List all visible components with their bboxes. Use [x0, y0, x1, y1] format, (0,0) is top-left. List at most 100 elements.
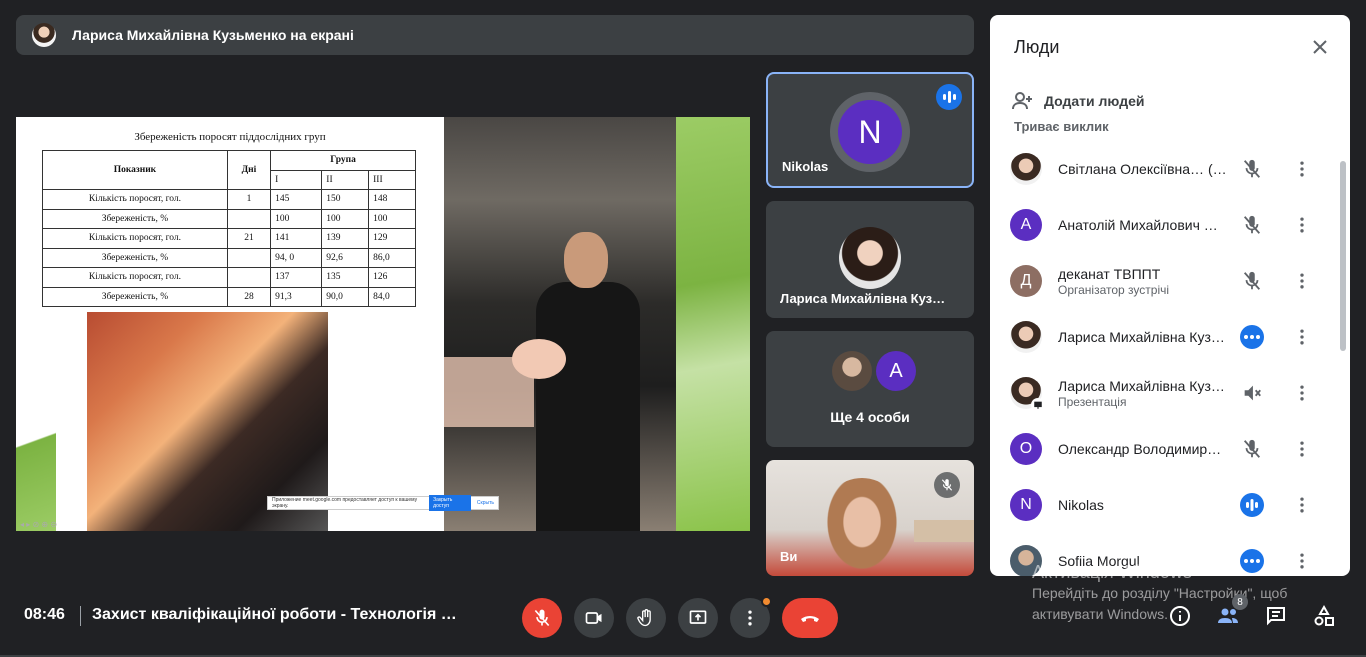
present-screen-button[interactable] — [678, 598, 718, 638]
camera-toggle-button[interactable] — [574, 598, 614, 638]
table-row: Збереженість, % 100 100 100 — [42, 208, 416, 229]
participant-info: Лариса Михайлівна Кузь… — [1058, 329, 1230, 345]
leave-call-button[interactable] — [782, 598, 838, 638]
activities-button[interactable] — [1310, 602, 1338, 630]
table-cell: Збереженість, % — [42, 247, 228, 268]
table-cell: 126 — [368, 267, 416, 288]
results-table: Показник Дні Група І ІІ ІІІ Кількість по… — [42, 150, 416, 307]
mic-off-icon — [1240, 437, 1264, 461]
avatar: N — [830, 92, 910, 172]
table-group-2: ІІ — [321, 169, 370, 190]
farmer-with-piglet-photo — [444, 117, 677, 531]
photo-person — [536, 282, 640, 531]
hide-notice-button[interactable]: Скрыть — [477, 500, 494, 506]
more-vert-icon[interactable] — [1290, 157, 1314, 181]
list-item[interactable]: Лариса Михайлівна Кузь… — [990, 309, 1342, 365]
avatar: А — [1010, 209, 1042, 241]
list-item[interactable]: N Nikolas — [990, 477, 1342, 533]
people-button[interactable]: 8 — [1214, 594, 1248, 630]
slide-decoration-left — [16, 381, 56, 531]
chat-button[interactable] — [1262, 602, 1290, 630]
more-vert-icon[interactable] — [1290, 325, 1314, 349]
table-cell: 94, 0 — [270, 247, 323, 268]
more-vert-icon[interactable] — [1290, 213, 1314, 237]
people-list: Світлана Олексіївна… (Ви) А Анатолій Михай… — [990, 141, 1342, 576]
table-cell: Кількість поросят, гол. — [42, 228, 228, 249]
mic-off-icon — [1240, 269, 1264, 293]
add-people-button[interactable]: Додати людей — [1010, 89, 1144, 113]
stop-sharing-button[interactable]: Закрыть доступ — [429, 495, 471, 511]
avatar — [832, 351, 872, 391]
slide-decoration-right — [676, 117, 750, 531]
avatar: О — [1010, 433, 1042, 465]
table-cell — [226, 208, 272, 229]
mic-toggle-button[interactable] — [522, 598, 562, 638]
participant-info: Світлана Олексіївна… (Ви) — [1058, 161, 1230, 177]
more-vert-icon[interactable] — [1290, 437, 1314, 461]
meeting-details-button[interactable] — [1166, 602, 1194, 630]
tile-name: Ви — [780, 549, 798, 564]
table-cell: Кількість поросят, гол. — [42, 189, 228, 210]
slide-title: Збереженість поросят піддослідних груп — [134, 131, 326, 143]
meeting-title: Захист кваліфікаційної роботи - Технолог… — [92, 606, 457, 623]
table-cell: Кількість поросят, гол. — [42, 267, 228, 288]
participant-tile-nikolas[interactable]: N Nikolas — [766, 72, 974, 188]
volume-off-icon — [1240, 381, 1264, 405]
list-item[interactable]: Ддеканат ТВППТ Організатор зустрічі — [990, 253, 1342, 309]
table-cell: 92,6 — [321, 247, 370, 268]
participant-name: Лариса Михайлівна Кузь… — [1058, 377, 1230, 394]
table-cell: 135 — [321, 267, 370, 288]
table-cell: 137 — [270, 267, 323, 288]
more-vert-icon[interactable] — [1290, 269, 1314, 293]
slide-controls[interactable]: ◂ ▸ ⊘ ⊕ ⊖ — [20, 520, 100, 530]
table-cell: 100 — [321, 208, 370, 229]
more-vert-icon[interactable] — [1290, 381, 1314, 405]
panel-title: Люди — [1014, 37, 1060, 57]
table-row: Збереженість, % 28 91,3 90,0 84,0 — [42, 286, 416, 307]
participant-info: Лариса Михайлівна Кузь… Презентація — [1058, 378, 1230, 409]
presenting-icon — [1031, 398, 1045, 412]
more-vert-icon[interactable] — [1290, 493, 1314, 517]
avatar-initial: A — [876, 351, 916, 391]
avatar — [1010, 153, 1042, 185]
people-count-badge: 8 — [1232, 594, 1248, 610]
notification-dot — [761, 596, 772, 607]
avatar — [1010, 321, 1042, 353]
camera-icon — [585, 612, 602, 624]
more-vert-icon[interactable] — [1290, 549, 1314, 573]
table-cell: 91,3 — [270, 286, 323, 307]
screen-share-notice: Приложение meet.google.com предоставляет… — [267, 495, 499, 511]
list-item[interactable]: Світлана Олексіївна… (Ви) — [990, 141, 1342, 197]
table-cell: 141 — [270, 228, 323, 249]
more-options-button[interactable] — [730, 596, 772, 638]
participant-tile-self[interactable]: Ви — [766, 460, 974, 576]
photo-person-head — [564, 232, 608, 288]
list-item[interactable]: О Олександр Володимир… — [990, 421, 1342, 477]
participant-info: Nikolas — [1058, 497, 1230, 513]
speaking-indicator-icon — [936, 84, 962, 110]
participant-tile-larysa[interactable]: Лариса Михайлівна Куз… — [766, 201, 974, 318]
table-cell: 150 — [321, 189, 370, 210]
raise-hand-button[interactable] — [626, 598, 666, 638]
table-cell — [226, 267, 272, 288]
participant-role: Організатор зустрічі — [1058, 282, 1170, 297]
list-item[interactable]: Лариса Михайлівна Кузь… Презентація — [990, 365, 1342, 421]
participant-info: Анатолій Михайлович Ш… — [1058, 217, 1230, 233]
scrollbar[interactable] — [1340, 161, 1346, 351]
participant-tile-more[interactable]: A Ще 4 особи — [766, 331, 974, 447]
presenter-avatar — [32, 23, 56, 47]
hand-icon — [637, 609, 651, 627]
mic-off-icon — [1240, 157, 1264, 181]
participant-name: деканат ТВППТ — [1058, 265, 1161, 282]
participant-name: Анатолій Михайлович Ш… — [1058, 217, 1230, 233]
mic-off-icon — [1240, 213, 1264, 237]
participant-name: Олександр Володимир… — [1058, 441, 1222, 457]
mic-off-icon — [934, 472, 960, 498]
list-item[interactable]: А Анатолій Михайлович Ш… — [990, 197, 1342, 253]
table-cell: 100 — [368, 208, 416, 229]
table-cell — [226, 247, 272, 268]
presenter-banner-text: Лариса Михайлівна Кузьменко на екрані — [72, 27, 354, 43]
close-icon[interactable] — [1308, 35, 1332, 59]
table-header-indicator: Показник — [42, 150, 228, 190]
participant-name: Лариса Михайлівна Кузь… — [1058, 329, 1230, 345]
